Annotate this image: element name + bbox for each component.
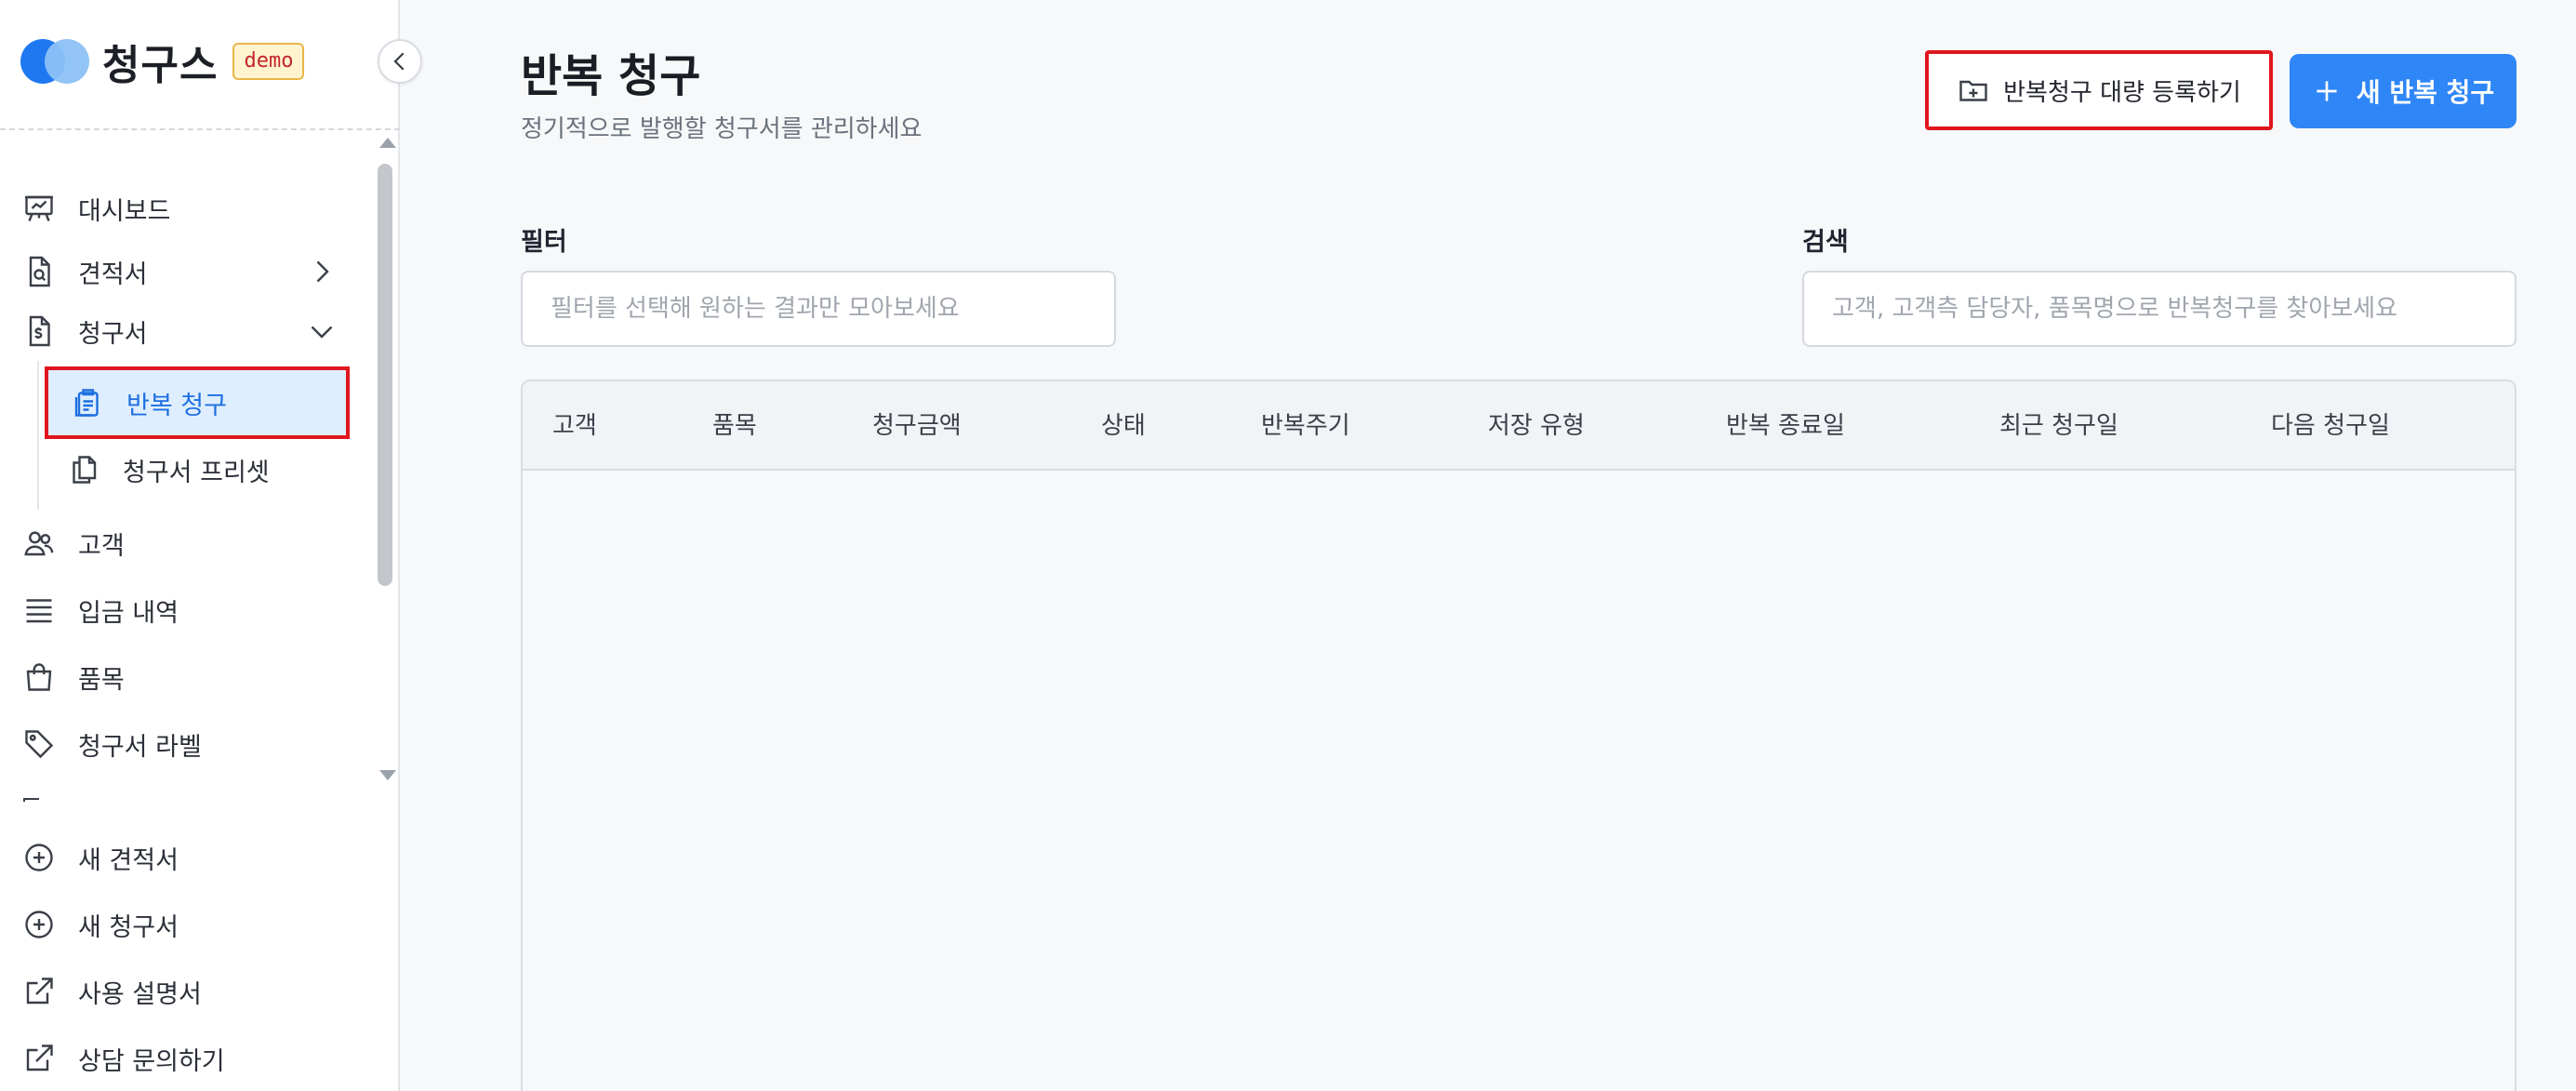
new-recurring-invoice-button-label: 새 반복 청구 [2356, 77, 2495, 108]
submenu-guide-line [37, 361, 39, 510]
plus-circle-icon [20, 839, 58, 876]
search-label: 검색 [1802, 228, 1849, 257]
copy-files-icon [65, 451, 102, 488]
list-lines-icon [20, 592, 58, 629]
column-header-end-date[interactable]: 반복 종료일 [1726, 381, 1845, 471]
sidebar-item-label: 품목 [78, 665, 125, 695]
brand-name: 청구스 [102, 42, 219, 89]
sidebar-item-contact[interactable]: 상담 문의하기 [20, 1032, 225, 1084]
page-subtitle: 정기적으로 발행할 청구서를 관리하세요 [521, 115, 923, 143]
chevron-down-icon [305, 314, 339, 354]
external-link-icon [20, 1040, 58, 1077]
sidebar-item-label: 새 견적서 [78, 845, 179, 875]
sidebar-item-invoice-presets[interactable]: 청구서 프리셋 [45, 433, 350, 506]
sidebar-item-new-quote[interactable]: 새 견적서 [20, 832, 179, 884]
sidebar-item-products[interactable]: 품목 [20, 651, 125, 703]
sidebar-item-invoices[interactable]: 청구서 [20, 305, 337, 357]
sidebar-item-label: 사용 설명서 [78, 979, 202, 1009]
column-header-amount[interactable]: 청구금액 [872, 381, 962, 471]
tag-icon [20, 725, 58, 763]
sidebar-item-payments[interactable]: 입금 내역 [20, 584, 179, 636]
column-header-product[interactable]: 품목 [712, 381, 757, 471]
table-header: 고객 품목 청구금액 상태 반복주기 저장 유형 반복 종료일 최근 청구일 다… [523, 381, 2515, 471]
scroll-up-arrow-icon[interactable] [379, 138, 396, 148]
column-header-next-invoice-date[interactable]: 다음 청구일 [2271, 381, 2390, 471]
external-link-icon [20, 973, 58, 1010]
clipboard-icon [69, 384, 106, 421]
sidebar-item-user-manual[interactable]: 사용 설명서 [20, 965, 202, 1018]
sidebar-item-recurring-invoices[interactable]: 반복 청구 [45, 366, 350, 439]
column-header-save-type[interactable]: 저장 유형 [1488, 381, 1585, 471]
sidebar-item-new-invoice[interactable]: 새 청구서 [20, 898, 179, 951]
partial-item-icon [20, 791, 355, 802]
brand-logo-icon [20, 37, 91, 86]
sidebar-item-label: 반복 청구 [126, 391, 227, 420]
search-input[interactable] [1802, 271, 2516, 347]
demo-badge: demo [232, 43, 305, 80]
sidebar-item-label: 견적서 [78, 259, 148, 289]
sidebar-item-customers[interactable]: 고객 [20, 517, 125, 569]
shopping-bag-icon [20, 659, 58, 696]
sidebar-item-quotes[interactable]: 견적서 [20, 246, 337, 298]
chevron-left-icon [386, 47, 414, 75]
invoice-dollar-icon [20, 313, 58, 350]
chevron-right-icon [305, 255, 339, 295]
sidebar-divider [0, 128, 400, 130]
bulk-register-button-label: 반복청구 대량 등록하기 [2003, 78, 2241, 107]
sidebar-item-label: 대시보드 [78, 196, 171, 226]
users-icon [20, 525, 58, 562]
sidebar-item-label: 고객 [78, 531, 125, 561]
sidebar-item-label: 입금 내역 [78, 598, 179, 628]
plus-circle-icon [20, 906, 58, 943]
filter-label: 필터 [521, 228, 567, 257]
column-header-repeat-cycle[interactable]: 반복주기 [1261, 381, 1350, 471]
new-recurring-invoice-button[interactable]: 새 반복 청구 [2290, 54, 2516, 128]
sidebar-item-label: 청구서 [78, 319, 148, 349]
sidebar-item-label: 청구서 프리셋 [123, 458, 270, 487]
sidebar-item-invoice-labels[interactable]: 청구서 라벨 [20, 718, 202, 770]
presentation-board-icon [20, 190, 58, 227]
sidebar-scrollbar[interactable] [376, 138, 396, 789]
scroll-down-arrow-icon[interactable] [379, 770, 396, 780]
sidebar-item-dashboard[interactable]: 대시보드 [20, 182, 170, 234]
sidebar-item-label: 청구서 라벨 [78, 732, 202, 762]
document-search-icon [20, 253, 58, 290]
column-header-status[interactable]: 상태 [1101, 381, 1146, 471]
column-header-customer[interactable]: 고객 [552, 381, 597, 471]
bulk-register-button[interactable]: 반복청구 대량 등록하기 [1925, 50, 2273, 130]
column-header-last-invoice-date[interactable]: 최근 청구일 [1999, 381, 2118, 471]
sidebar-item-label: 새 청구서 [78, 912, 179, 942]
sidebar-collapse-button[interactable] [378, 39, 422, 84]
recurring-invoice-table: 고객 품목 청구금액 상태 반복주기 저장 유형 반복 종료일 최근 청구일 다… [521, 379, 2516, 1091]
folder-plus-icon [1957, 73, 1990, 107]
sidebar-item-label: 상담 문의하기 [78, 1046, 225, 1076]
brand[interactable]: 청구스 demo [20, 35, 305, 89]
plus-icon [2312, 76, 2342, 106]
filter-input[interactable] [521, 271, 1116, 347]
page-title: 반복 청구 [521, 50, 701, 102]
scrollbar-thumb[interactable] [378, 164, 392, 586]
sidebar: 청구스 demo 대시보드 견적서 청구서 반복 청구 청구서 프리셋 고객 입… [0, 0, 400, 1091]
